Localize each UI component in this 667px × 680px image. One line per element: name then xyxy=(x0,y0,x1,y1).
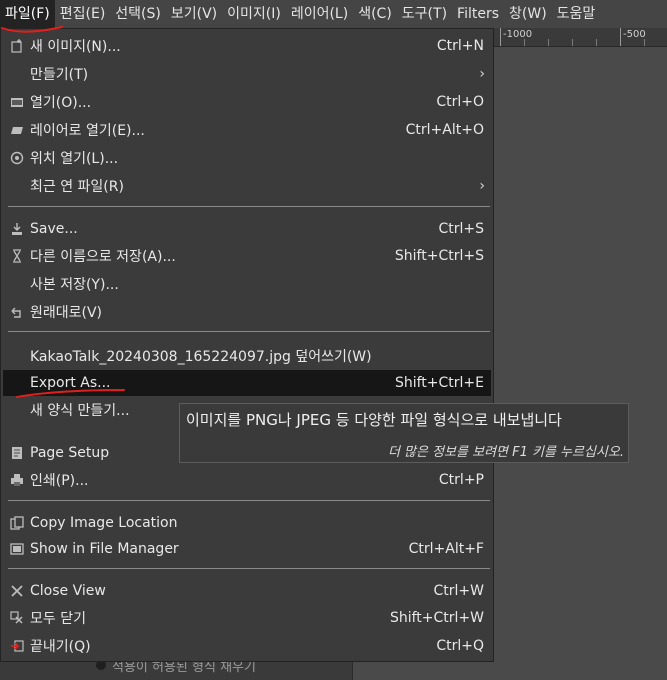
save-icon xyxy=(9,221,25,237)
shortcut-label: Ctrl+Alt+O xyxy=(405,122,484,138)
open-location-icon xyxy=(9,150,25,166)
menubar: 파일(F) 편집(E) 선택(S) 보기(V) 이미지(I) 레이어(L) 색(… xyxy=(0,0,667,28)
close-icon xyxy=(9,583,25,599)
ruler-tick xyxy=(500,28,501,46)
menu-item-print[interactable]: 인쇄(P)... Ctrl+P xyxy=(3,467,491,493)
revert-icon xyxy=(9,304,25,320)
shortcut-label: Shift+Ctrl+S xyxy=(394,248,484,264)
file-menu: 새 이미지(N)... Ctrl+N 만들기(T) › 열기(O)... Ctr… xyxy=(0,28,494,662)
print-icon xyxy=(9,472,25,488)
menu-item-label: Page Setup xyxy=(30,445,110,461)
menubar-view[interactable]: 보기(V) xyxy=(166,0,222,28)
shortcut-label: Ctrl+S xyxy=(438,221,484,237)
menu-item-revert[interactable]: 원래대로(V) xyxy=(3,299,491,325)
menu-item-label: 위치 열기(L)... xyxy=(30,151,119,167)
menu-separator xyxy=(8,206,490,207)
menu-item-label: 원래대로(V) xyxy=(30,305,103,321)
ruler-tick xyxy=(644,39,645,46)
page-setup-icon xyxy=(9,445,25,461)
shortcut-label: Shift+Ctrl+E xyxy=(394,375,484,391)
quit-icon xyxy=(9,638,25,654)
menu-item-label: KakaoTalk_20240308_165224097.jpg 덮어쓰기(W) xyxy=(30,349,372,365)
ruler-label: -500 xyxy=(623,29,646,40)
menu-item-label: 인쇄(P)... xyxy=(30,473,89,489)
ruler-tick xyxy=(524,39,525,46)
ruler-tick xyxy=(596,39,597,46)
menu-item-label: 새 양식 만들기... xyxy=(30,403,130,419)
menu-item-label: Close View xyxy=(30,583,106,599)
tooltip-text: 이미지를 PNG나 JPEG 등 다양한 파일 형식으로 내보냅니다 xyxy=(186,411,562,429)
menu-item-save-as[interactable]: 다른 이름으로 저장(A)... Shift+Ctrl+S xyxy=(3,243,491,269)
menubar-windows[interactable]: 창(W) xyxy=(504,0,552,28)
menu-separator xyxy=(8,500,490,501)
open-icon xyxy=(9,94,25,110)
menu-item-label: 사본 저장(Y)... xyxy=(30,277,119,293)
menu-item-quit[interactable]: 끝내기(Q) Ctrl+Q xyxy=(3,633,491,659)
menubar-edit[interactable]: 편집(E) xyxy=(55,0,111,28)
ruler-tick xyxy=(572,39,573,46)
menu-item-label: Save... xyxy=(30,221,78,237)
menu-item-close-all[interactable]: 모두 닫기 Shift+Ctrl+W xyxy=(3,605,491,631)
shortcut-label: Ctrl+W xyxy=(433,583,484,599)
menu-item-label: 모두 닫기 xyxy=(30,611,86,627)
file-manager-icon xyxy=(9,541,25,557)
ruler-tick xyxy=(620,28,621,46)
menu-item-new-image[interactable]: 새 이미지(N)... Ctrl+N xyxy=(3,33,491,59)
tooltip-hint: 더 많은 정보를 보려면 F1 키를 누르십시오. xyxy=(387,445,624,460)
menu-item-save[interactable]: Save... Ctrl+S xyxy=(3,216,491,242)
menu-item-label: Export As... xyxy=(30,375,111,391)
shortcut-label: Ctrl+O xyxy=(436,94,484,110)
menu-item-show-in-file-manager[interactable]: Show in File Manager Ctrl+Alt+F xyxy=(3,536,491,562)
shortcut-label: Ctrl+P xyxy=(438,472,484,488)
horizontal-ruler: -1000 -500 xyxy=(494,28,667,47)
submenu-arrow-icon: › xyxy=(479,178,485,194)
menubar-select[interactable]: 선택(S) xyxy=(110,0,166,28)
menu-item-save-copy[interactable]: 사본 저장(Y)... xyxy=(3,271,491,297)
menubar-help[interactable]: 도움말 xyxy=(552,0,601,28)
menu-item-recent[interactable]: 최근 연 파일(R) › xyxy=(3,173,491,199)
menu-item-open[interactable]: 열기(O)... Ctrl+O xyxy=(3,89,491,115)
menu-item-label: Copy Image Location xyxy=(30,515,178,531)
menu-separator xyxy=(8,568,490,569)
menubar-tools[interactable]: 도구(T) xyxy=(397,0,452,28)
menu-item-export-as[interactable]: Export As... Shift+Ctrl+E xyxy=(3,370,491,396)
image-canvas[interactable] xyxy=(494,47,667,680)
menu-item-label: 최근 연 파일(R) xyxy=(30,179,124,195)
new-image-icon xyxy=(9,38,25,54)
menu-item-label: 새 이미지(N)... xyxy=(30,39,121,55)
shortcut-label: Ctrl+N xyxy=(436,38,484,54)
ruler-tick xyxy=(548,39,549,46)
menubar-colors[interactable]: 색(C) xyxy=(353,0,397,28)
shortcut-label: Shift+Ctrl+W xyxy=(389,610,484,626)
menu-item-label: 열기(O)... xyxy=(30,95,92,111)
shortcut-label: Ctrl+Alt+F xyxy=(408,541,484,557)
save-as-icon xyxy=(9,248,25,264)
menubar-filters[interactable]: Filters xyxy=(452,0,504,28)
close-all-icon xyxy=(9,610,25,626)
menu-separator xyxy=(8,331,490,332)
menu-item-open-location[interactable]: 위치 열기(L)... xyxy=(3,145,491,171)
menu-item-overwrite[interactable]: KakaoTalk_20240308_165224097.jpg 덮어쓰기(W) xyxy=(3,343,491,369)
menu-item-label: Show in File Manager xyxy=(30,541,179,557)
export-tooltip: 이미지를 PNG나 JPEG 등 다양한 파일 형식으로 내보냅니다 더 많은 … xyxy=(179,403,629,463)
menu-item-copy-image-location[interactable]: Copy Image Location xyxy=(3,510,491,536)
shortcut-label: Ctrl+Q xyxy=(436,638,484,654)
menu-item-label: 만들기(T) xyxy=(30,67,89,83)
menubar-layer[interactable]: 레이어(L) xyxy=(286,0,353,28)
menubar-image[interactable]: 이미지(I) xyxy=(222,0,286,28)
menu-item-close-view[interactable]: Close View Ctrl+W xyxy=(3,578,491,604)
ruler-label: -1000 xyxy=(503,29,533,40)
copy-location-icon xyxy=(9,515,25,531)
menu-item-label: 레이어로 열기(E)... xyxy=(30,123,145,139)
menu-item-open-as-layers[interactable]: 레이어로 열기(E)... Ctrl+Alt+O xyxy=(3,117,491,143)
menubar-file[interactable]: 파일(F) xyxy=(0,0,55,28)
menu-item-create[interactable]: 만들기(T) › xyxy=(3,61,491,87)
menu-item-label: 끝내기(Q) xyxy=(30,639,91,655)
submenu-arrow-icon: › xyxy=(479,66,485,82)
open-as-layer-icon xyxy=(9,122,25,138)
menu-item-label: 다른 이름으로 저장(A)... xyxy=(30,249,176,265)
